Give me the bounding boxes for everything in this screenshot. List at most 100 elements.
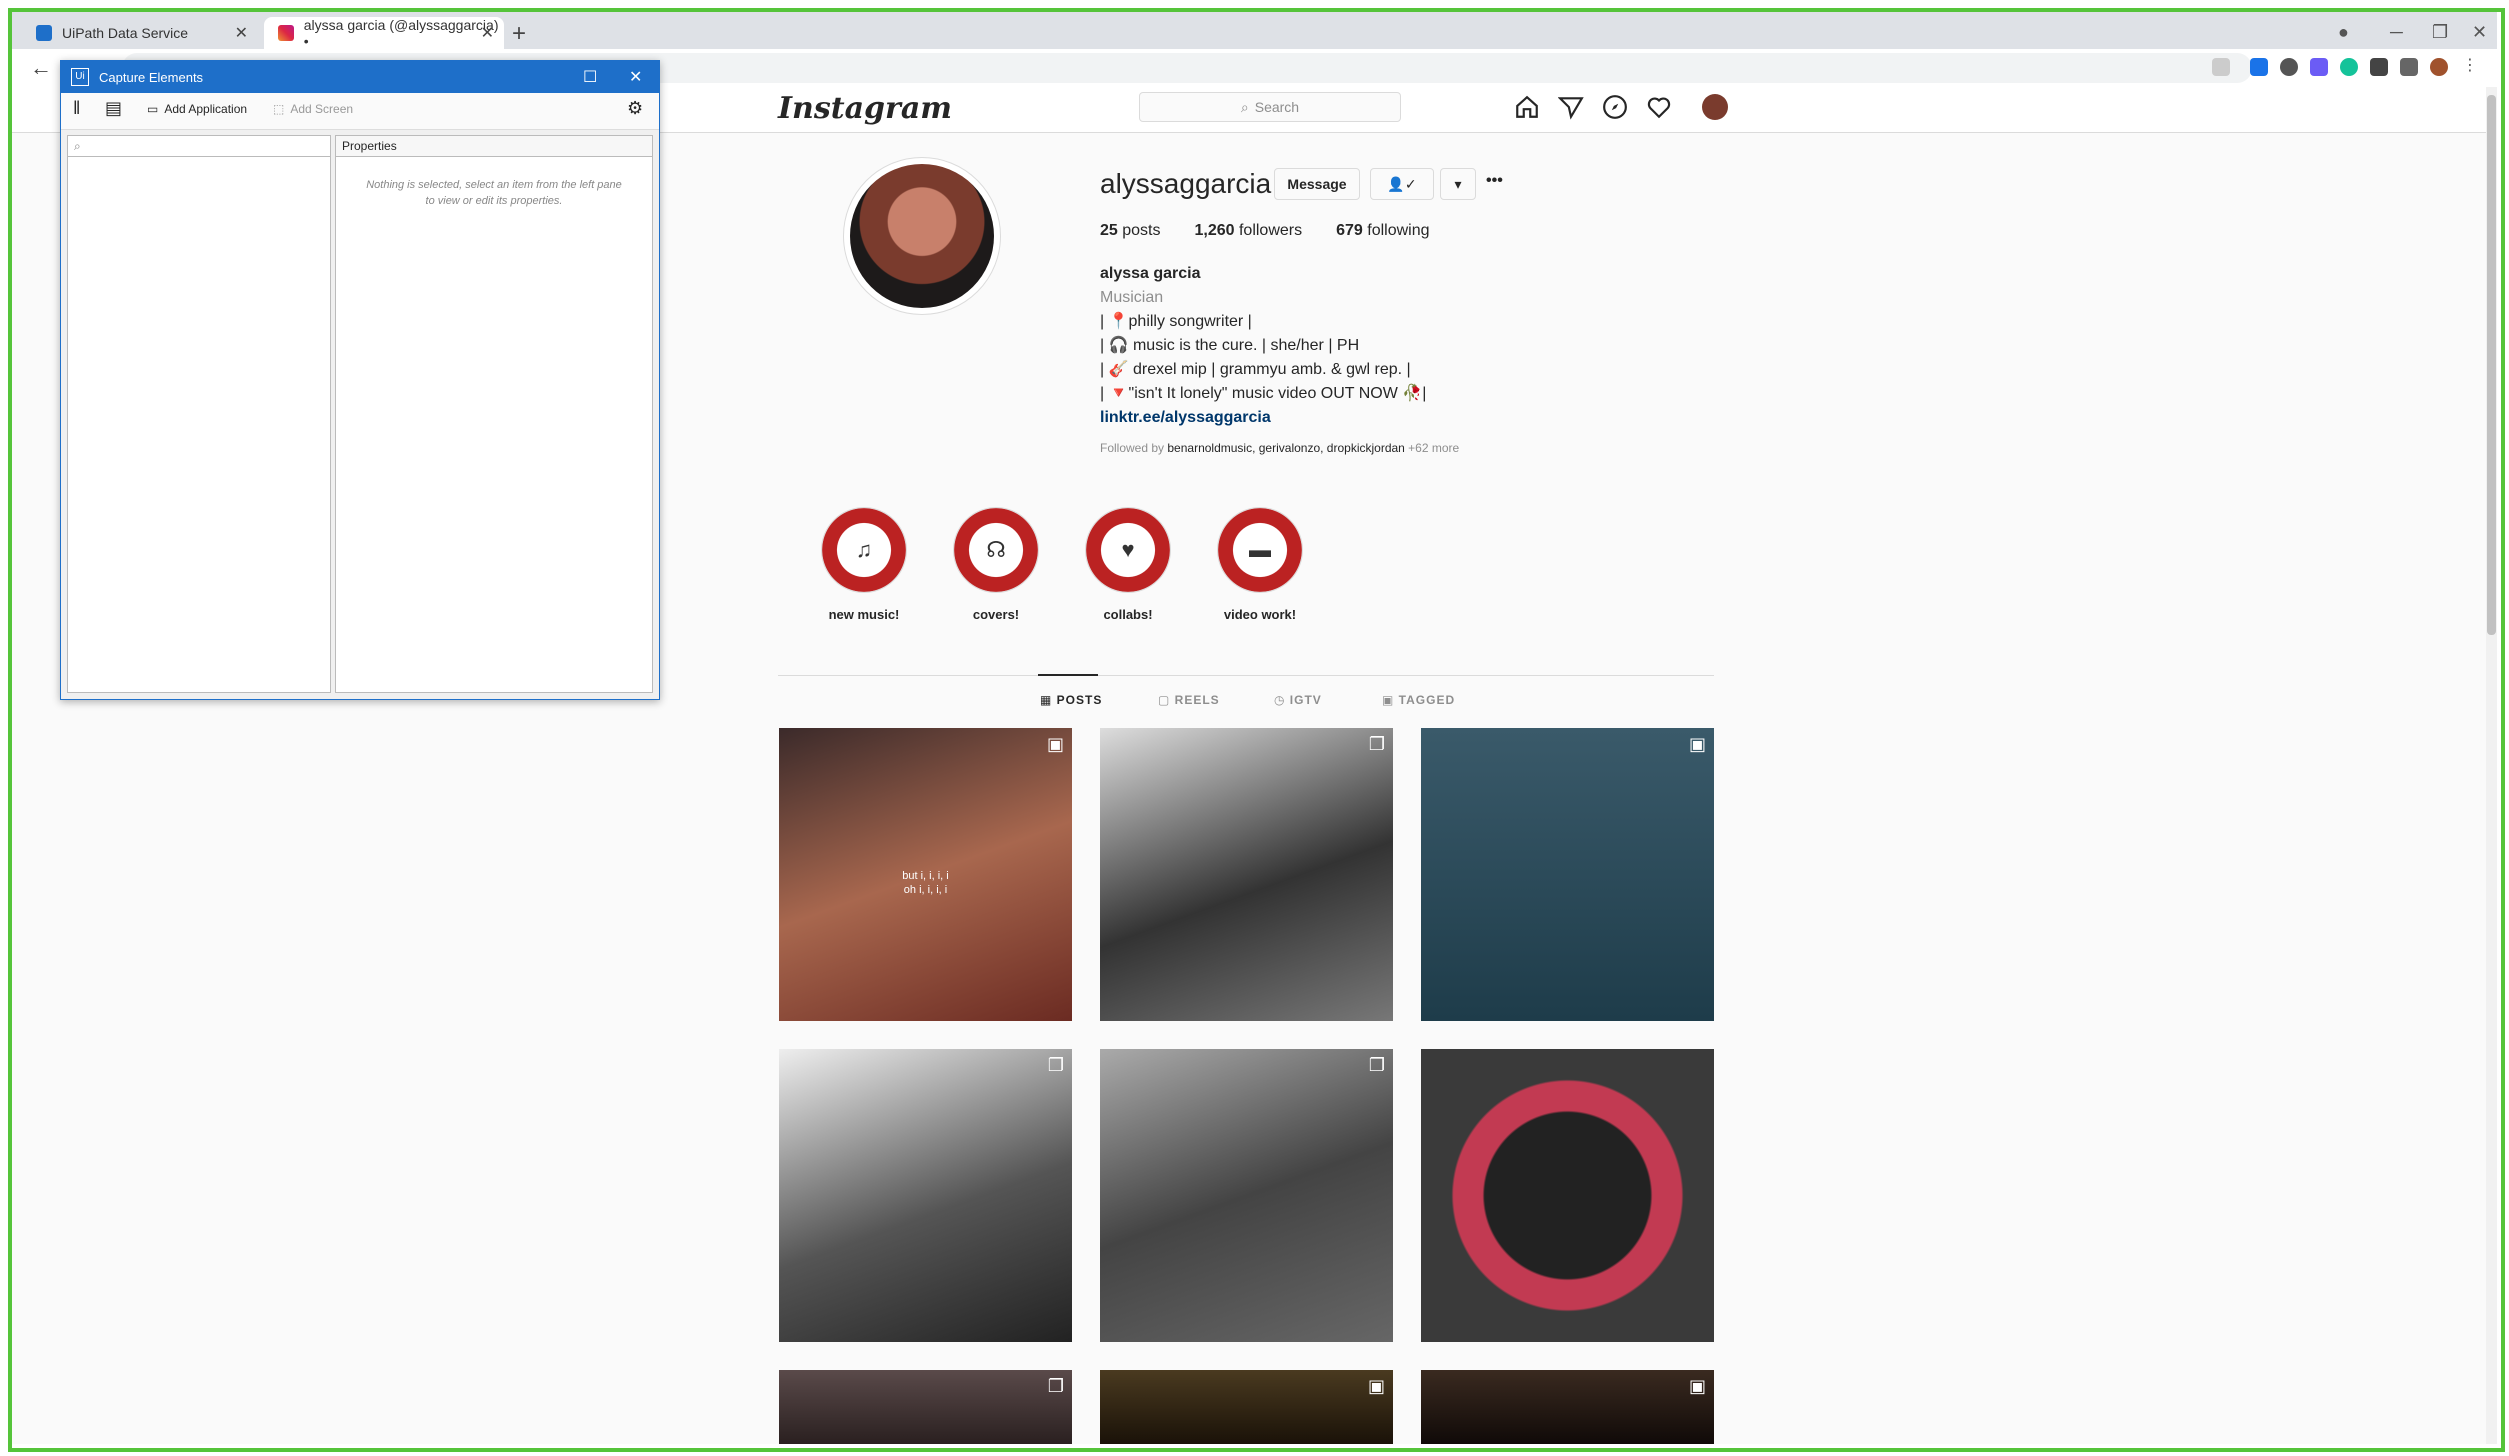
followers-count[interactable]: 1,260 followers xyxy=(1194,222,1302,240)
grammarly-icon[interactable] xyxy=(2340,58,2358,76)
direct-message-icon[interactable] xyxy=(1558,94,1584,120)
avatar[interactable] xyxy=(2430,58,2448,76)
instagram-icon xyxy=(278,25,294,41)
post-thumbnail[interactable]: ❐ xyxy=(779,1370,1072,1444)
capture-toolbar: ‖ ▤ ▭ Add Application ⬚ Add Screen ⚙ xyxy=(61,93,659,130)
more-options-button[interactable]: ••• xyxy=(1486,172,1503,190)
avatar[interactable] xyxy=(1702,94,1728,120)
cassette-icon: ☊ xyxy=(953,507,1039,593)
bio-line: | 🔻"isn't It lonely" music video OUT NOW… xyxy=(1100,385,1427,402)
following-count[interactable]: 679 following xyxy=(1336,222,1429,240)
properties-empty-message: Nothing is selected, select an item from… xyxy=(366,179,622,207)
window-icon: ▭ xyxy=(147,102,159,116)
browser-tab-bar: UiPath Data Service ✕ alyssa garcia (@al… xyxy=(12,12,2497,49)
tab-posts[interactable]: ▦ POSTS xyxy=(1040,693,1102,707)
post-thumbnail[interactable]: ❐ xyxy=(1100,728,1393,1021)
post-thumbnail[interactable]: ▣ xyxy=(1100,1370,1393,1444)
tab-igtv[interactable]: ◷ IGTV xyxy=(1274,693,1322,707)
post-thumbnail[interactable] xyxy=(1421,1049,1714,1342)
extension-icon[interactable] xyxy=(2250,58,2268,76)
followed-by[interactable]: Followed by benarnoldmusic, gerivalonzo,… xyxy=(1100,436,1459,460)
pause-icon[interactable]: ‖ xyxy=(73,98,80,119)
save-icon[interactable]: ▤ xyxy=(105,98,122,119)
extension-icon[interactable] xyxy=(2310,58,2328,76)
active-tab-indicator xyxy=(1038,674,1098,676)
add-screen-button[interactable]: ⬚ Add Screen xyxy=(273,102,353,116)
home-icon[interactable] xyxy=(1514,94,1540,120)
tab-uipath-data-service[interactable]: UiPath Data Service ✕ xyxy=(22,17,258,49)
post-thumbnail[interactable]: ❐ xyxy=(1100,1049,1393,1342)
scrollbar-thumb[interactable] xyxy=(2487,95,2496,635)
highlight-label: new music! xyxy=(828,607,900,622)
bio-name: alyssa garcia xyxy=(1100,265,1201,282)
post-caption-overlay: but i, i, i, i oh i, i, i, i xyxy=(902,869,949,896)
people-icon: ♥ xyxy=(1085,507,1171,593)
tab-tagged[interactable]: ▣ TAGGED xyxy=(1382,693,1455,707)
gear-icon[interactable]: ⚙ xyxy=(627,98,643,119)
instagram-logo[interactable]: Instagram xyxy=(778,91,952,126)
message-button[interactable]: Message xyxy=(1274,168,1360,200)
posts-count: 25 posts xyxy=(1100,222,1161,239)
profile-bio: alyssa garcia Musician | 📍philly songwri… xyxy=(1100,262,1459,460)
bio-line: | 🎧 music is the cure. | she/her | PH xyxy=(1100,337,1360,354)
post-thumbnail[interactable]: ▣ but i, i, i, i oh i, i, i, i xyxy=(779,728,1072,1021)
add-application-button[interactable]: ▭ Add Application xyxy=(147,102,247,116)
tab-label: UiPath Data Service xyxy=(62,25,189,41)
music-note-icon: ♫ xyxy=(821,507,907,593)
video-icon: ▣ xyxy=(1367,1376,1385,1396)
carousel-icon: ❐ xyxy=(1368,734,1385,754)
extension-icon[interactable] xyxy=(2280,58,2298,76)
screen-icon: ⬚ xyxy=(273,102,285,116)
bookmark-star-icon[interactable] xyxy=(2212,58,2230,76)
search-icon: ⌕ xyxy=(1240,98,1249,115)
menu-icon[interactable]: ⋮ xyxy=(2462,55,2480,74)
restore-button[interactable]: ❐ xyxy=(2432,22,2448,43)
heart-icon[interactable] xyxy=(1646,94,1672,120)
highlight-new-music[interactable]: ♫ new music! xyxy=(819,507,909,622)
search-placeholder: Search xyxy=(1254,99,1300,115)
maximize-button[interactable]: ☐ xyxy=(583,67,597,87)
close-window-button[interactable]: ✕ xyxy=(2472,22,2487,43)
properties-header: Properties xyxy=(336,136,652,157)
profile-avatar[interactable] xyxy=(850,164,994,308)
carousel-icon: ❐ xyxy=(1047,1055,1064,1075)
profile-username: alyssaggarcia xyxy=(1100,168,1272,199)
bio-link[interactable]: linktr.ee/alyssaggarcia xyxy=(1100,406,1459,430)
reading-list-icon[interactable] xyxy=(2400,58,2418,76)
following-button[interactable]: 👤✓ xyxy=(1370,168,1434,200)
tab-instagram[interactable]: alyssa garcia (@alyssaggarcia) • ✕ xyxy=(264,17,504,49)
bio-line: | 🎸 drexel mip | grammyu amb. & gwl rep.… xyxy=(1100,361,1411,378)
profile-circle-icon[interactable]: ● xyxy=(2338,22,2349,43)
elements-tree-pane[interactable]: ⌕ xyxy=(67,135,331,693)
close-icon[interactable]: ✕ xyxy=(481,23,494,43)
highlight-label: collabs! xyxy=(1103,607,1153,622)
clapperboard-icon: ▬ xyxy=(1217,507,1303,593)
puzzle-icon[interactable] xyxy=(2370,58,2388,76)
bio-category: Musician xyxy=(1100,289,1164,306)
uipath-icon: Ui xyxy=(71,68,89,86)
window-title: Capture Elements xyxy=(99,69,204,85)
close-icon[interactable]: ✕ xyxy=(235,23,248,43)
highlight-video-work[interactable]: ▬ video work! xyxy=(1215,507,1305,622)
highlight-collabs[interactable]: ♥ collabs! xyxy=(1083,507,1173,622)
explore-icon[interactable] xyxy=(1602,94,1628,120)
tab-reels[interactable]: ▢ REELS xyxy=(1158,693,1220,707)
highlight-label: video work! xyxy=(1223,607,1297,622)
uipath-icon xyxy=(36,25,52,41)
minimize-button[interactable]: ─ xyxy=(2390,22,2403,43)
post-thumbnail[interactable]: ▣ xyxy=(1421,1370,1714,1444)
post-thumbnail[interactable]: ▣ xyxy=(1421,728,1714,1021)
capture-title-bar[interactable]: Ui Capture Elements ☐ ✕ xyxy=(61,61,659,93)
highlight-covers[interactable]: ☊ covers! xyxy=(951,507,1041,622)
tree-search-input[interactable]: ⌕ xyxy=(68,136,330,157)
properties-pane: Properties Nothing is selected, select a… xyxy=(335,135,653,693)
new-tab-button[interactable]: + xyxy=(512,20,526,48)
tab-label: alyssa garcia (@alyssaggarcia) • xyxy=(303,17,499,49)
search-input[interactable]: ⌕ Search xyxy=(1139,92,1401,122)
close-button[interactable]: ✕ xyxy=(629,67,642,87)
post-thumbnail[interactable]: ❐ xyxy=(779,1049,1072,1342)
suggested-dropdown-button[interactable]: ▾ xyxy=(1440,168,1476,200)
video-icon: ▣ xyxy=(1688,734,1706,754)
highlight-label: covers! xyxy=(972,607,1020,622)
back-button[interactable]: ← xyxy=(30,55,52,81)
